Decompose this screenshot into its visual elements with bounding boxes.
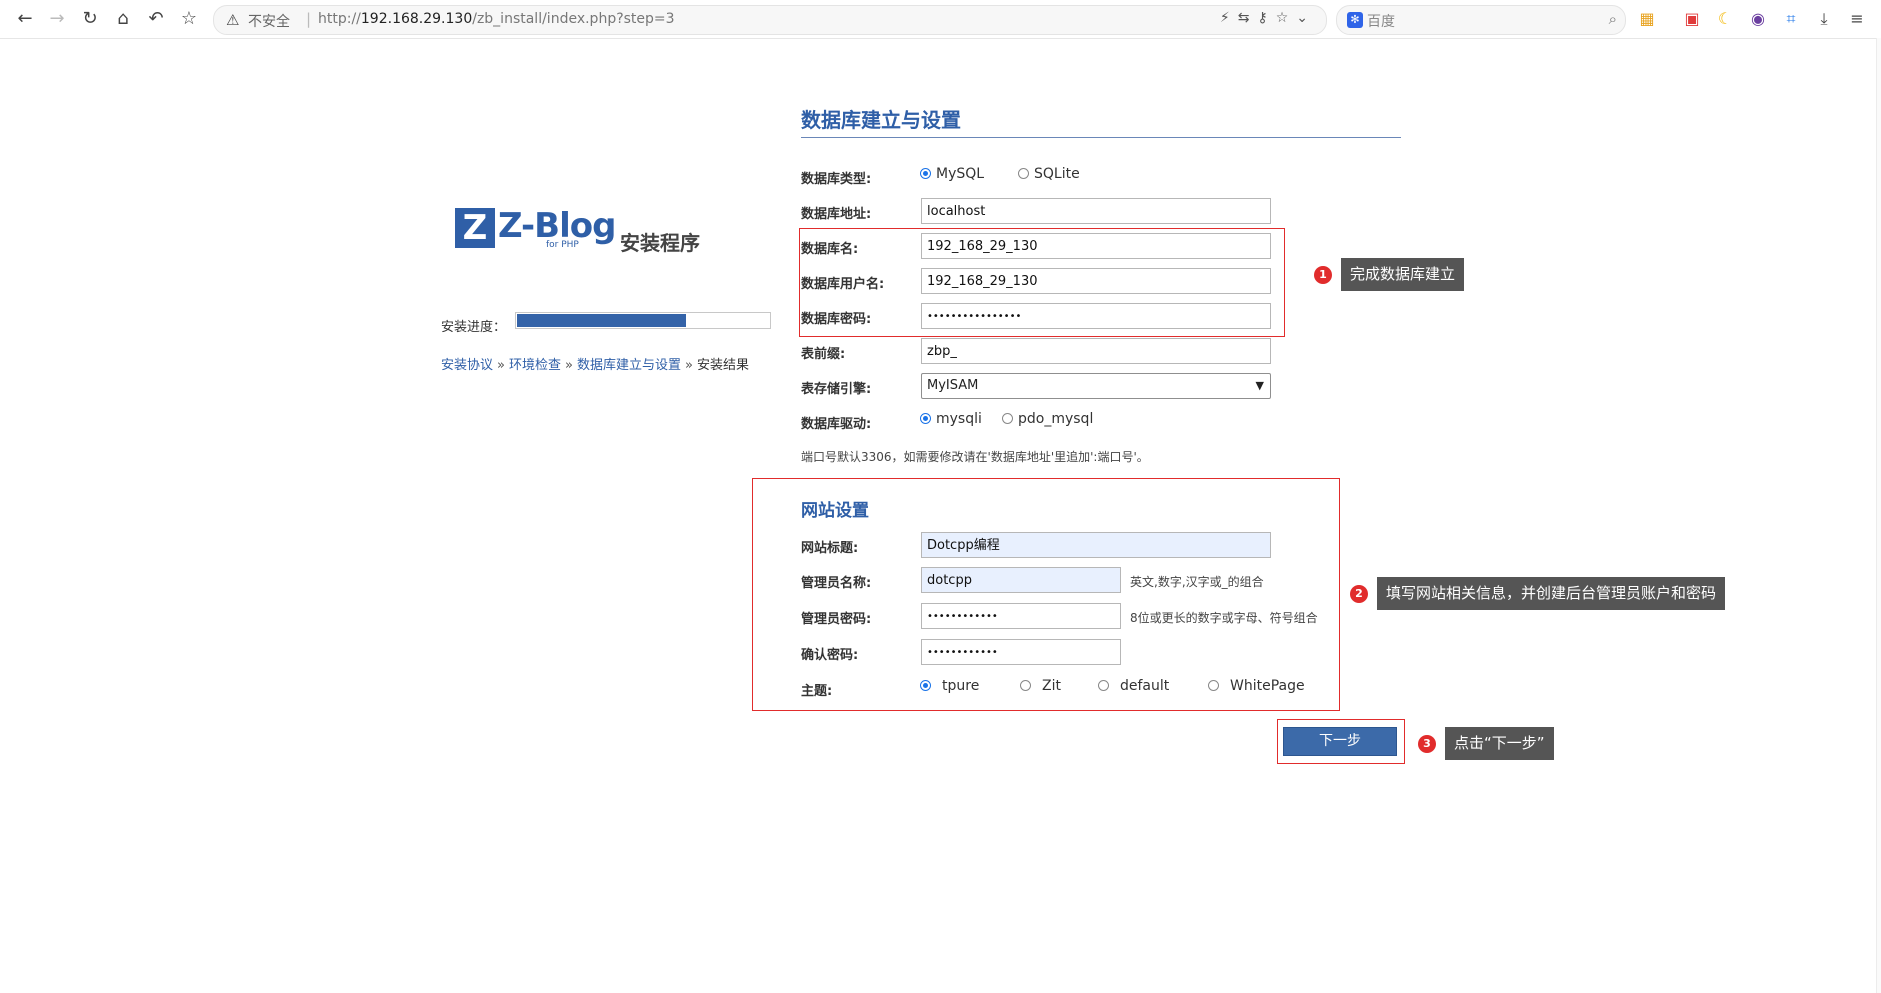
baidu-icon: ✻ — [1347, 12, 1363, 28]
moon-icon[interactable]: ☾ — [1715, 9, 1735, 29]
menu-icon[interactable]: ≡ — [1847, 9, 1867, 29]
db-driver-label: 数据库驱动: — [801, 417, 872, 432]
reload-icon[interactable]: ↻ — [79, 8, 101, 30]
forward-icon[interactable]: → — [46, 8, 68, 30]
annotation-badge-1: 1 — [1314, 266, 1332, 284]
table-prefix-input[interactable]: zbp_ — [921, 338, 1271, 364]
db-host-input[interactable]: localhost — [921, 198, 1271, 224]
progress-label: 安装进度： — [441, 320, 507, 335]
installer-title: 安装程序 — [620, 231, 700, 255]
step-env-check[interactable]: 环境检查 — [509, 358, 561, 373]
star-icon[interactable]: ☆ — [178, 8, 200, 30]
radio-selected-icon — [920, 168, 931, 179]
radio-icon — [1002, 413, 1013, 424]
insecure-label: 不安全 — [248, 14, 290, 30]
chevron-down-icon: ▼ — [1255, 379, 1264, 392]
zblog-logo-icon: Z — [455, 208, 495, 248]
annotation-callout-2: 填写网站相关信息，并创建后台管理员账户和密码 — [1377, 577, 1726, 610]
driver-mysqli-radio[interactable]: mysqli — [920, 411, 982, 427]
page-title: 数据库建立与设置 — [801, 108, 961, 132]
db-type-label: 数据库类型: — [801, 172, 872, 187]
title-divider — [801, 137, 1401, 138]
address-bar[interactable]: ⚠ 不安全 | http://192.168.29.130/zb_install… — [213, 5, 1327, 35]
back-icon[interactable]: ← — [14, 8, 36, 30]
install-progress-bar — [515, 312, 771, 329]
home-icon[interactable]: ⌂ — [112, 8, 134, 30]
step-result: 安装结果 — [696, 358, 749, 373]
logo-subtitle: for PHP — [546, 240, 579, 250]
storage-engine-label: 表存储引擎: — [801, 382, 872, 397]
browser-toolbar: ← → ↻ ⌂ ↶ ☆ ⚠ 不安全 | http://192.168.29.13… — [0, 0, 1881, 39]
download-icon[interactable]: ⤓ — [1814, 9, 1834, 29]
storage-engine-select[interactable]: MyISAM ▼ — [921, 373, 1271, 399]
annotation-badge-3: 3 — [1418, 735, 1436, 753]
port-note: 端口号默认3306，如需要修改请在'数据库地址'里追加':端口号'。 — [801, 450, 1149, 464]
annotation-box-db — [799, 228, 1285, 337]
scrollbar-track[interactable] — [1876, 38, 1881, 993]
progress-fill — [517, 314, 686, 327]
annotation-box-next — [1277, 719, 1405, 764]
annotation-callout-1: 完成数据库建立 — [1341, 258, 1465, 291]
annotation-badge-2: 2 — [1350, 585, 1368, 603]
undo-icon[interactable]: ↶ — [145, 8, 167, 30]
url-action-icons[interactable]: ⚡⇆⚷☆⌄ — [1220, 10, 1316, 26]
url-divider: | — [306, 10, 312, 28]
radio-icon — [1018, 168, 1029, 179]
step-license[interactable]: 安装协议 — [441, 358, 493, 373]
search-input[interactable]: 百度 — [1367, 11, 1395, 31]
breadcrumb: 安装协议» 环境检查» 数据库建立与设置» 安装结果 — [441, 358, 749, 373]
db-type-mysql-radio[interactable]: MySQL — [920, 166, 984, 182]
driver-pdo-mysql-radio[interactable]: pdo_mysql — [1002, 411, 1093, 427]
pdf-icon[interactable]: ▣ — [1682, 9, 1702, 29]
table-prefix-label: 表前缀: — [801, 347, 846, 362]
radio-selected-icon — [920, 413, 931, 424]
step-db-setup[interactable]: 数据库建立与设置 — [577, 358, 681, 373]
search-icon[interactable]: ⌕ — [1609, 10, 1617, 28]
db-host-label: 数据库地址: — [801, 207, 872, 222]
crop-icon[interactable]: ⌗ — [1781, 9, 1801, 29]
apps-grid-icon[interactable]: ▦ — [1637, 9, 1657, 29]
annotation-callout-3: 点击“下一步” — [1445, 727, 1554, 760]
annotation-box-site — [752, 478, 1340, 711]
warning-icon: ⚠ — [226, 11, 240, 29]
extension-icon[interactable]: ◉ — [1748, 9, 1768, 29]
db-type-sqlite-radio[interactable]: SQLite — [1018, 166, 1080, 182]
search-box[interactable]: ✻ 百度 ⌕ — [1336, 5, 1626, 35]
url-text[interactable]: http://192.168.29.130/zb_install/index.p… — [318, 11, 675, 27]
